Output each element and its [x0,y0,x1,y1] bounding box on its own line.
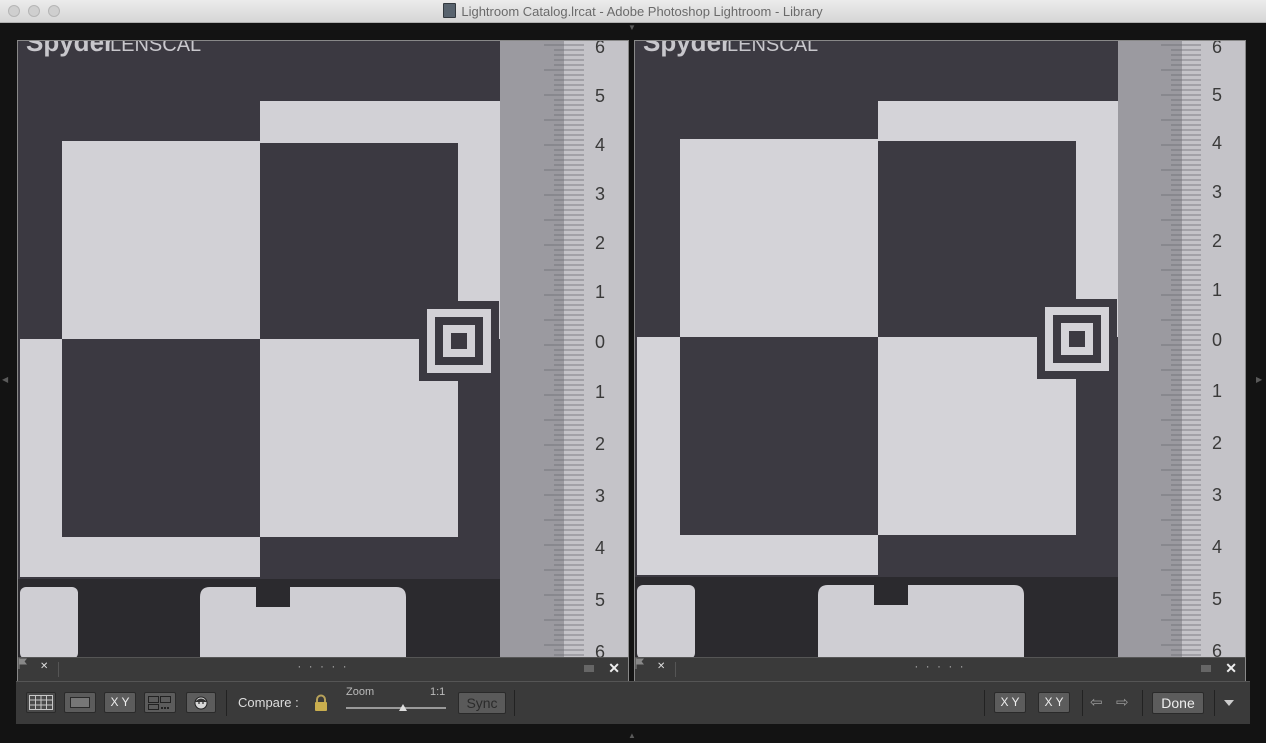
window-title-wrap: Lightroom Catalog.lrcat - Adobe Photosho… [0,3,1266,19]
ruler-number: 1 [1212,280,1222,300]
star-rating[interactable]: · · · · · [635,659,1245,673]
toolbar-separator [984,690,985,716]
ruler-number: 2 [1212,231,1222,251]
close-candidate-image-icon[interactable]: ✕ [1225,660,1237,677]
make-select-button[interactable]: X Y [1038,692,1070,713]
ruler-number: 3 [595,184,605,204]
compare-view-button[interactable]: X Y [104,692,136,713]
toolbar-separator [1142,690,1143,716]
zoom-value: 1:1 [430,686,446,698]
ruler-number: 2 [1212,433,1222,453]
chart-brand-text: Spyder [643,41,731,57]
ruler-number: 4 [595,135,605,155]
zoom-label: Zoom [346,686,375,698]
ruler-number: 5 [1212,589,1222,609]
zoom-slider-track[interactable] [346,707,446,709]
select-image: Spyder LENSCAL 6 5 4 3 2 1 0 1 2 3 4 5 6 [18,41,628,658]
ruler-number: 2 [595,434,605,454]
ruler-number: 1 [1212,381,1222,401]
document-icon [443,3,457,18]
ruler-number: 6 [595,642,605,658]
grid-view-button[interactable] [26,692,56,713]
window-title: Lightroom Catalog.lrcat - Adobe Photosho… [461,4,823,19]
face-icon [194,696,208,710]
zoom-slider-thumb[interactable] [399,704,407,711]
ruler-number: 3 [1212,485,1222,505]
loupe-icon [70,697,90,708]
window-titlebar: Lightroom Catalog.lrcat - Adobe Photosho… [0,0,1266,23]
candidate-image: Spyder LENSCAL 6 5 4 3 2 1 0 1 2 3 4 5 6 [635,41,1245,658]
next-photo-icon[interactable]: ⇨ [1116,693,1129,711]
ruler-number: 4 [595,538,605,558]
sync-button[interactable]: Sync [458,692,506,714]
done-button[interactable]: Done [1152,692,1204,714]
ruler-number: 3 [595,486,605,506]
lock-icon[interactable] [314,694,328,712]
toolbar-separator [226,690,227,716]
candidate-pane-bar: ✕ · · · · · ✕ [635,657,1245,682]
ruler-number: 5 [1212,85,1222,105]
filmstrip-toggle-icon[interactable]: ▲ [628,731,636,740]
ruler-number: 6 [1212,641,1222,658]
survey-icon [148,696,171,710]
toolbar-separator [1082,690,1083,716]
people-view-button[interactable] [186,692,216,713]
compare-toolbar: X Y Compare : Zoom 1:1 Sync X Y X Y ⇦ ⇨ … [16,681,1250,724]
candidate-image-pane[interactable]: Spyder LENSCAL 6 5 4 3 2 1 0 1 2 3 4 5 6… [634,40,1246,683]
ruler-number: 4 [1212,133,1222,153]
ruler-number: 6 [595,41,605,57]
swap-button[interactable]: X Y [994,692,1026,713]
toolbar-separator [514,690,515,716]
chart-model-text: LENSCAL [727,41,818,56]
previous-photo-icon[interactable]: ⇦ [1090,693,1103,711]
library-compare-view: ▼ ◀ ▶ ▲ Spyder LENSCAL 6 5 4 3 2 1 0 1 2… [0,23,1266,743]
ruler-number: 0 [595,332,605,352]
close-select-image-icon[interactable]: ✕ [608,660,620,677]
color-label-swatch[interactable] [1201,665,1211,672]
select-image-pane[interactable]: Spyder LENSCAL 6 5 4 3 2 1 0 1 2 3 4 5 6… [17,40,629,683]
ruler-number: 6 [1212,41,1222,57]
ruler-number: 2 [595,233,605,253]
ruler-number: 5 [595,590,605,610]
right-panel-toggle-icon[interactable]: ▶ [1256,375,1262,384]
left-panel-toggle-icon[interactable]: ◀ [2,375,8,384]
ruler-number: 0 [1212,330,1222,350]
select-pane-bar: ✕ · · · · · ✕ [18,657,628,682]
star-rating[interactable]: · · · · · [18,659,628,673]
ruler-number: 1 [595,282,605,302]
toolbar-menu-chevron-down-icon[interactable] [1224,700,1234,706]
chart-model-text: LENSCAL [110,41,201,56]
grid-icon [29,695,53,710]
ruler-number: 5 [595,86,605,106]
ruler-number: 1 [595,382,605,402]
ruler-number: 3 [1212,182,1222,202]
color-label-swatch[interactable] [584,665,594,672]
toolbar-separator [1214,690,1215,716]
ruler-number: 4 [1212,537,1222,557]
compare-label: Compare : [238,695,299,710]
chart-brand-text: Spyder [26,41,114,57]
top-panel-toggle-icon[interactable]: ▼ [628,23,636,32]
survey-view-button[interactable] [144,692,176,713]
loupe-view-button[interactable] [64,692,96,713]
